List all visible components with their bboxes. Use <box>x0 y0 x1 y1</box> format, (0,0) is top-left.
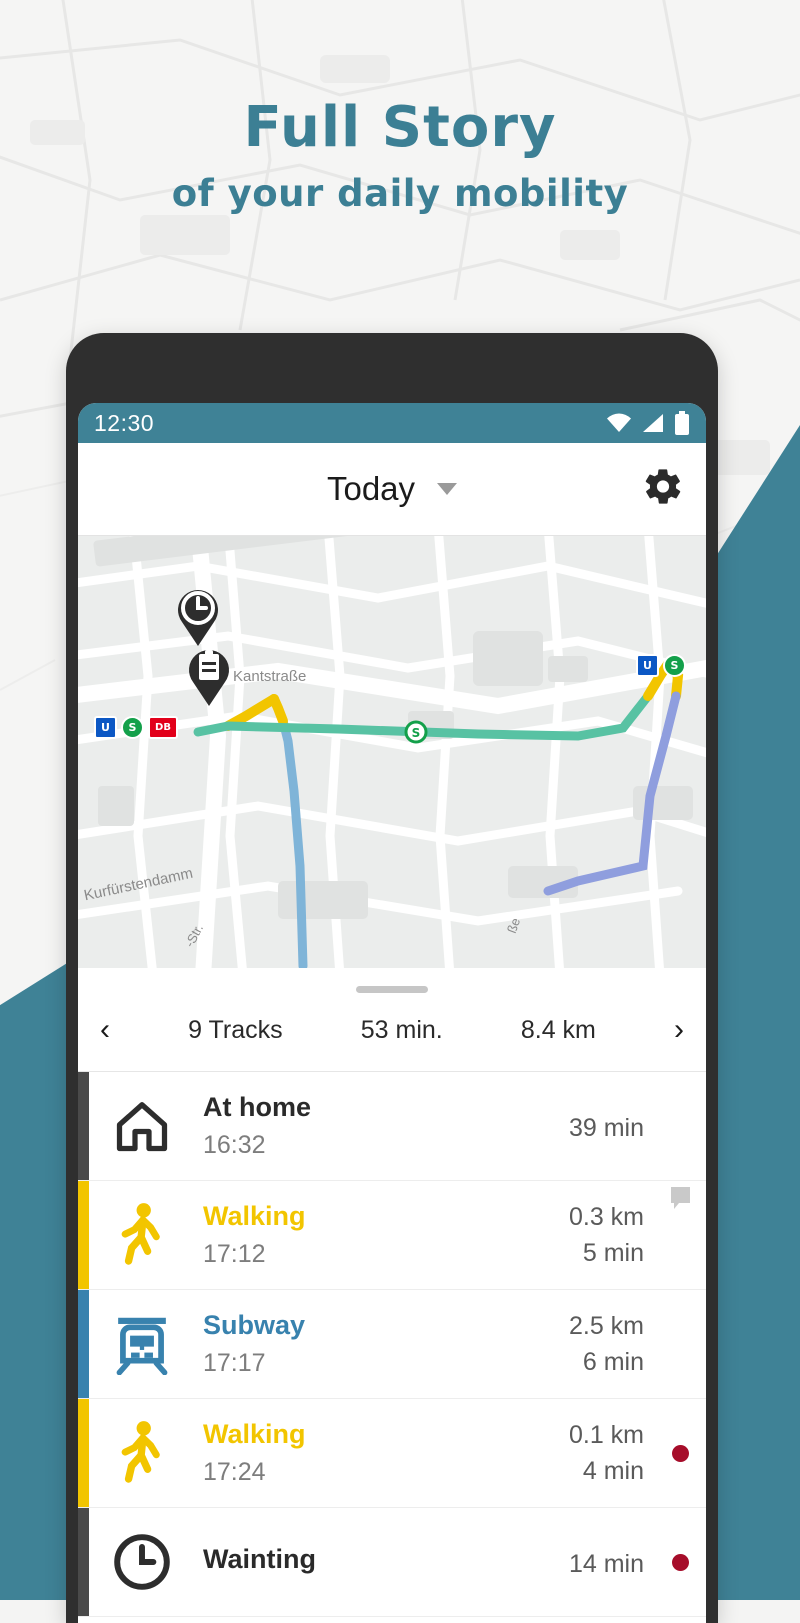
station-badges-right[interactable]: U S <box>636 654 686 677</box>
status-bar: 12:30 <box>78 403 706 443</box>
track-time: 17:12 <box>203 1239 266 1268</box>
track-distance: 0.3 km <box>568 1202 644 1231</box>
street-label-kantstrasse: Kantstraße <box>233 668 307 685</box>
track-distance: 0.1 km <box>568 1420 644 1449</box>
map-view[interactable]: S Kantstraße Kurfürstendamm -Str. ße U S… <box>78 536 706 968</box>
track-duration: 14 min <box>568 1549 644 1578</box>
track-main: Walking 17:12 <box>195 1181 484 1289</box>
stat-duration: 53 min. <box>360 1015 443 1044</box>
alert-dot-icon <box>671 1444 689 1462</box>
track-time: 17:17 <box>203 1348 266 1377</box>
status-bar-clock: 12:30 <box>94 409 155 436</box>
track-list: At home 16:32 39 min Walking 17:12 0.3 k… <box>78 1072 706 1617</box>
track-row-waiting[interactable]: Wainting 14 min <box>78 1508 706 1617</box>
db-badge-icon: DB <box>148 716 178 739</box>
track-icon <box>89 1072 195 1180</box>
track-duration: 39 min <box>568 1113 644 1142</box>
track-flag <box>654 1290 706 1398</box>
track-row-at-home[interactable]: At home 16:32 39 min <box>78 1072 706 1181</box>
track-color-bar <box>78 1399 89 1507</box>
signal-icon <box>643 414 663 432</box>
sbahn-badge-icon: S <box>663 654 686 677</box>
station-badges-left[interactable]: U S DB <box>94 716 178 739</box>
clipboard-icon <box>189 650 229 706</box>
track-time: 17:24 <box>203 1457 266 1486</box>
page-title: Today <box>326 470 416 507</box>
track-flag[interactable] <box>654 1399 706 1507</box>
track-metrics: 0.1 km 4 min <box>484 1399 654 1507</box>
clock-icon <box>114 1534 170 1590</box>
stats-bar: ‹ 9 Tracks 53 min. 8.4 km › <box>78 993 706 1072</box>
stat-tracks: 9 Tracks <box>188 1015 283 1044</box>
previous-day-button[interactable]: ‹ <box>100 1015 110 1045</box>
phone-screen: 12:30 Today S Kantstraße Kurfürstendamm … <box>78 403 706 1623</box>
track-title: Walking <box>203 1418 306 1449</box>
track-flag <box>654 1072 706 1180</box>
track-time: 16:32 <box>203 1130 266 1159</box>
app-bar: Today <box>78 443 706 536</box>
ubahn-badge-icon: U <box>636 654 659 677</box>
track-main: At home 16:32 <box>195 1072 484 1180</box>
settings-button[interactable] <box>642 466 684 513</box>
svg-text:S: S <box>412 726 421 740</box>
track-row-subway[interactable]: Subway 17:17 2.5 km 6 min <box>78 1290 706 1399</box>
walking-icon <box>121 1203 160 1265</box>
gear-icon <box>645 469 681 504</box>
track-flag[interactable] <box>654 1181 706 1289</box>
track-color-bar <box>78 1290 89 1398</box>
track-main: Subway 17:17 <box>195 1290 484 1398</box>
track-title: Wainting <box>203 1544 316 1575</box>
chevron-down-icon[interactable] <box>437 483 458 495</box>
battery-icon <box>675 411 689 435</box>
track-metrics: 2.5 km 6 min <box>484 1290 654 1398</box>
track-color-bar <box>78 1072 89 1180</box>
track-title: Walking <box>203 1200 306 1231</box>
track-distance: 2.5 km <box>568 1311 644 1340</box>
track-icon <box>89 1290 195 1398</box>
walking-icon <box>121 1421 160 1483</box>
track-metrics: 0.3 km 5 min <box>484 1181 654 1289</box>
track-metrics: 39 min <box>484 1072 654 1180</box>
status-bar-icons <box>606 411 690 435</box>
sbahn-badge-icon: S <box>121 716 144 739</box>
ubahn-badge-icon: U <box>94 716 117 739</box>
date-selector[interactable]: Today <box>78 470 706 508</box>
headline-block: Full Story of your daily mobility <box>0 95 800 215</box>
track-row-walking-2[interactable]: Walking 17:24 0.1 km 4 min <box>78 1399 706 1508</box>
phone-mockup: 12:30 Today S Kantstraße Kurfürstendamm … <box>66 333 718 1623</box>
note-icon <box>670 1187 690 1209</box>
bottom-sheet: ‹ 9 Tracks 53 min. 8.4 km › At home 16:3… <box>78 986 706 1617</box>
home-icon <box>116 1102 168 1152</box>
wifi-icon <box>607 413 631 432</box>
alert-dot-icon <box>671 1553 689 1571</box>
track-duration: 6 min <box>582 1348 644 1376</box>
headline-primary: Full Story <box>243 95 557 160</box>
subway-icon <box>116 1317 168 1375</box>
track-color-bar <box>78 1181 89 1289</box>
track-icon <box>89 1181 195 1289</box>
next-day-button[interactable]: › <box>674 1015 684 1045</box>
track-main: Walking 17:24 <box>195 1399 484 1507</box>
stat-distance: 8.4 km <box>520 1015 596 1044</box>
track-title: Subway <box>203 1309 306 1340</box>
track-title: At home <box>203 1091 311 1122</box>
drag-handle[interactable] <box>356 986 428 993</box>
track-duration: 4 min <box>582 1457 644 1485</box>
track-duration: 5 min <box>582 1239 644 1267</box>
track-icon <box>89 1399 195 1507</box>
track-row-walking-1[interactable]: Walking 17:12 0.3 km 5 min <box>78 1181 706 1290</box>
headline-secondary: of your daily mobility <box>171 172 629 215</box>
